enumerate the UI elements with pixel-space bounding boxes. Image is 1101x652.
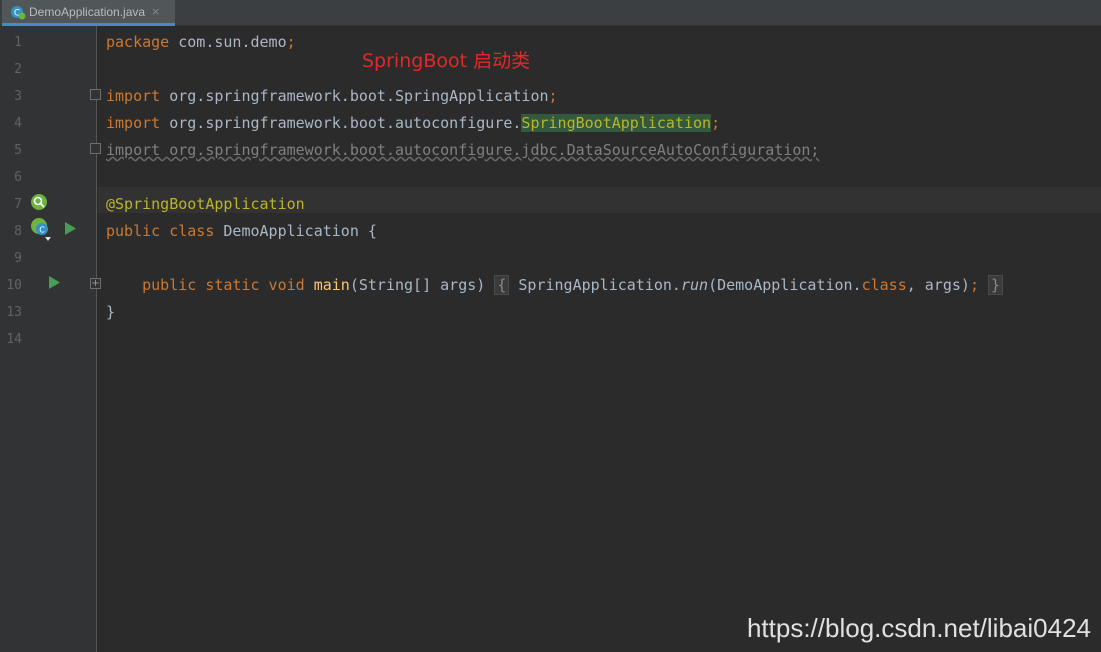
code-line-13[interactable]: }	[106, 303, 115, 321]
line-number: 14	[6, 332, 22, 347]
line-number: 2	[14, 62, 22, 77]
code-line-4[interactable]: import org.springframework.boot.autoconf…	[106, 114, 720, 132]
annotation-note: SpringBoot 启动类	[362, 50, 531, 72]
highlighted-usage: SpringBootApplication	[521, 114, 712, 132]
spring-java-class-icon: C	[10, 4, 26, 20]
line-number: 5	[14, 143, 22, 158]
line-number: 7	[14, 197, 22, 212]
code-line-8[interactable]: public class DemoApplication {	[106, 222, 377, 240]
code-line-10[interactable]: public static void main(String[] args) {…	[106, 275, 1004, 295]
code-editor[interactable]: package com.sun.demo; import org.springf…	[98, 26, 1101, 652]
line-number: 1	[14, 35, 22, 50]
close-icon[interactable]: ×	[151, 5, 160, 18]
svg-text:C: C	[39, 226, 45, 235]
line-gutter: 1 2 3 4 5 6 7 8 9 10 13 14 C +	[0, 26, 101, 652]
spring-bean-search-icon[interactable]	[30, 193, 48, 215]
run-class-icon[interactable]	[64, 221, 77, 240]
line-number: 13	[6, 305, 22, 320]
line-number: 6	[14, 170, 22, 185]
code-line-5-unused-import[interactable]: import org.springframework.boot.autoconf…	[106, 141, 819, 159]
folded-brace-close[interactable]: }	[988, 275, 1004, 295]
watermark: https://blog.csdn.net/libai0424	[746, 613, 1091, 643]
run-main-icon[interactable]	[48, 275, 61, 294]
tab-demo-application[interactable]: C DemoApplication.java ×	[2, 0, 175, 26]
line-number: 3	[14, 89, 22, 104]
code-line-7[interactable]: @SpringBootApplication	[106, 195, 305, 213]
line-number: 10	[6, 278, 22, 293]
line-number: 9	[14, 251, 22, 266]
code-line-3[interactable]: import org.springframework.boot.SpringAp…	[106, 87, 558, 105]
line-number: 8	[14, 224, 22, 239]
spring-class-navigation-icon[interactable]: C	[30, 217, 52, 247]
editor-tab-bar: C DemoApplication.java ×	[0, 0, 1101, 26]
folded-brace-open[interactable]: {	[494, 275, 510, 295]
tab-label: DemoApplication.java	[29, 4, 146, 19]
line-number: 4	[14, 116, 22, 131]
code-line-1[interactable]: package com.sun.demo;	[106, 33, 296, 51]
